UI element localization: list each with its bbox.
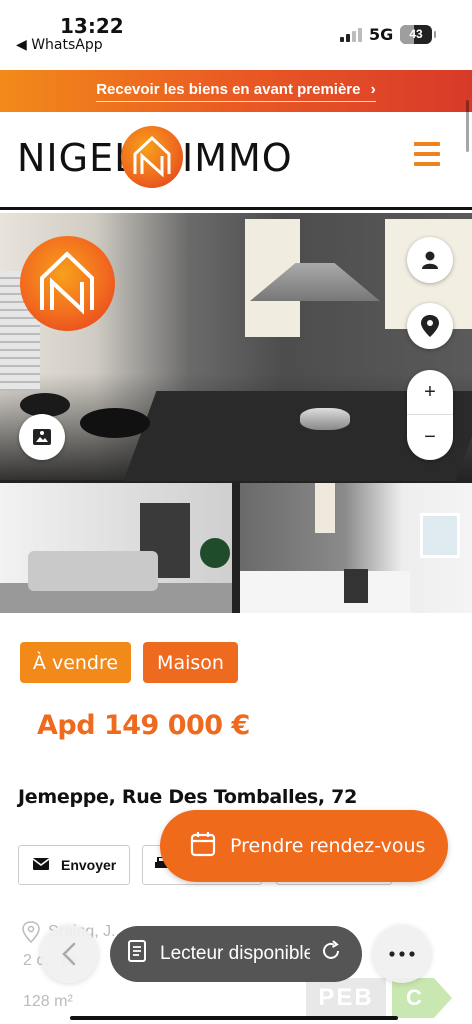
listing-address: Jemeppe, Rue Des Tomballes, 72 xyxy=(18,786,358,808)
thumbnail-photo-living-room[interactable] xyxy=(0,483,232,613)
reload-icon[interactable] xyxy=(320,940,342,968)
promo-banner[interactable]: Recevoir les biens en avant première › xyxy=(0,70,472,112)
status-time: 13:22 xyxy=(60,14,124,38)
home-indicator xyxy=(70,1016,398,1020)
peb-label: PEB xyxy=(306,978,386,1018)
tag-property-type[interactable]: Maison xyxy=(143,642,238,683)
signal-icon xyxy=(340,28,362,42)
promo-text: Recevoir les biens en avant première xyxy=(96,81,361,98)
reader-document-icon xyxy=(128,940,146,968)
battery-icon: 43 xyxy=(400,25,436,44)
chevron-right-icon: › xyxy=(370,80,376,98)
zoom-controls: + − xyxy=(407,370,453,460)
tag-for-sale[interactable]: À vendre xyxy=(20,642,131,683)
reader-label: Lecteur disponible xyxy=(160,943,310,964)
brand-logo-badge xyxy=(20,236,115,331)
location-pin-icon xyxy=(22,921,40,948)
thumbnail-photo-kitchen[interactable] xyxy=(240,483,472,613)
hamburger-icon[interactable] xyxy=(414,142,440,166)
person-icon[interactable] xyxy=(407,237,453,283)
back-to-app-link[interactable]: ◀ WhatsApp xyxy=(16,37,103,53)
detail-area: 128 m² xyxy=(23,993,73,1010)
calendar-icon xyxy=(190,831,216,862)
envelope-icon xyxy=(32,857,50,873)
scroll-indicator xyxy=(466,100,469,152)
status-bar: 13:22 ◀ WhatsApp 5G 43 xyxy=(0,0,472,70)
location-pin-icon[interactable] xyxy=(407,303,453,349)
appointment-button[interactable]: Prendre rendez-vous xyxy=(160,810,448,882)
battery-level: 43 xyxy=(409,27,423,41)
send-label: Envoyer xyxy=(61,857,117,873)
network-type: 5G xyxy=(369,25,394,44)
brand-name-left[interactable]: NIGEL xyxy=(17,136,136,180)
listing-price: Apd 149 000 € xyxy=(37,710,250,741)
appointment-label: Prendre rendez-vous xyxy=(230,835,426,857)
brand-logo[interactable] xyxy=(121,126,183,188)
chevron-left-icon[interactable] xyxy=(40,925,98,983)
site-header: NIGEL IMMO xyxy=(0,112,472,210)
brand-name-right[interactable]: IMMO xyxy=(182,136,293,180)
reader-available-button[interactable]: Lecteur disponible xyxy=(110,926,362,982)
ellipsis-icon[interactable] xyxy=(373,925,431,983)
zoom-out-button[interactable]: − xyxy=(407,415,453,460)
panorama-icon[interactable] xyxy=(19,414,65,460)
zoom-in-button[interactable]: + xyxy=(407,370,453,415)
photo-gallery[interactable]: + − xyxy=(0,213,472,613)
send-button[interactable]: Envoyer xyxy=(18,845,130,885)
